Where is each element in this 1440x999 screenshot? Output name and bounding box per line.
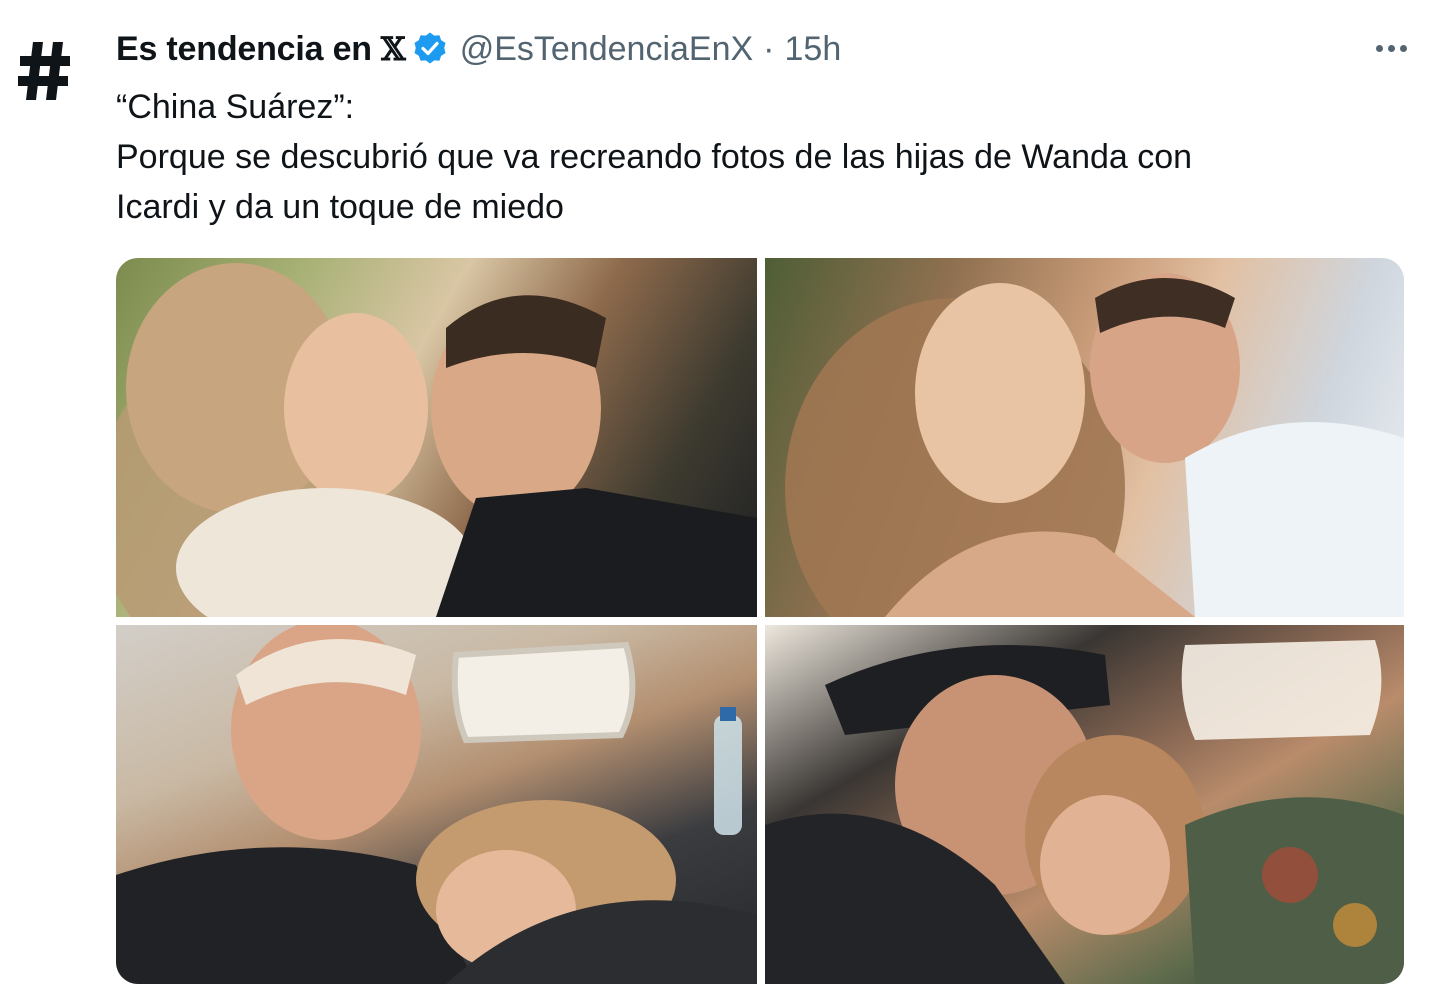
media-photo[interactable] bbox=[765, 258, 1404, 617]
tweet-text: “China Suárez”: Porque se descubrió que … bbox=[116, 82, 1396, 232]
header-separator: · bbox=[763, 30, 775, 68]
verified-badge-icon[interactable] bbox=[412, 31, 448, 67]
tweet-text-line: Icardi y da un toque de miedo bbox=[116, 188, 564, 226]
photo-illustration bbox=[765, 640, 1404, 984]
author-handle[interactable]: @EsTendenciaEnX bbox=[460, 26, 753, 72]
tweet-header: Es tendencia en 𝕏 @EsTendenciaEnX · 15h bbox=[116, 26, 841, 72]
avatar[interactable] bbox=[14, 30, 76, 112]
photo-illustration bbox=[785, 273, 1404, 617]
media-photo[interactable] bbox=[765, 625, 1404, 984]
hashtag-icon bbox=[18, 42, 70, 100]
more-dot bbox=[1387, 44, 1395, 52]
display-name[interactable]: Es tendencia en bbox=[116, 26, 372, 72]
x-logo-icon[interactable]: 𝕏 bbox=[381, 26, 406, 72]
more-options-icon[interactable] bbox=[1366, 30, 1416, 66]
timestamp[interactable]: 15h bbox=[785, 26, 842, 72]
tweet-text-line: “China Suárez”: bbox=[116, 88, 355, 126]
media-photo[interactable] bbox=[116, 258, 757, 617]
photo-illustration bbox=[116, 625, 757, 984]
tweet-text-line: Porque se descubrió que va recreando fot… bbox=[116, 138, 1193, 176]
more-dot bbox=[1399, 44, 1407, 52]
more-dot bbox=[1375, 44, 1383, 52]
tweet-card[interactable]: Es tendencia en 𝕏 @EsTendenciaEnX · 15h … bbox=[0, 0, 1440, 999]
media-grid bbox=[116, 258, 1404, 984]
photo-illustration bbox=[116, 263, 757, 617]
media-photo[interactable] bbox=[116, 625, 757, 984]
